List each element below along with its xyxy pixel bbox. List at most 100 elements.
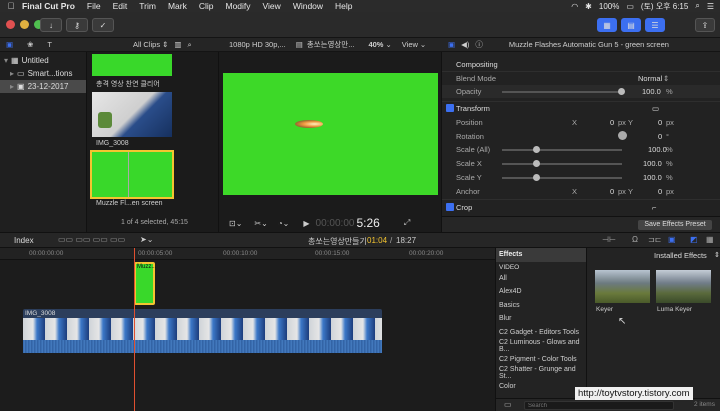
audio-inspector-icon[interactable]: ◀): [461, 40, 469, 49]
minimize-window-button[interactable]: [20, 20, 29, 29]
import-button[interactable]: ↓: [40, 18, 62, 32]
filmstrip-icon[interactable]: ▥: [174, 40, 181, 49]
clip-appearance-icon[interactable]: ▦: [706, 235, 714, 244]
fullscreen-icon[interactable]: ⤢: [404, 218, 410, 228]
primary-storyline-clip[interactable]: IMG_3008: [23, 309, 382, 353]
menu-modify[interactable]: Modify: [225, 1, 250, 11]
installed-effects-menu[interactable]: Installed Effects: [654, 251, 707, 260]
sidebar-toggle-icon[interactable]: ▭: [504, 400, 512, 409]
scale-y-knob[interactable]: [533, 174, 540, 181]
app-menu[interactable]: Final Cut Pro: [22, 1, 75, 11]
effects-header[interactable]: Effects: [496, 248, 586, 262]
category-item[interactable]: Alex4D: [496, 285, 586, 299]
index-button[interactable]: Index: [14, 236, 34, 245]
rotation-value[interactable]: 0: [658, 132, 662, 141]
clip-thumbnail[interactable]: [92, 92, 172, 137]
append-icons[interactable]: ▭▭ ▭▭ ▭▭ ▭▭: [58, 235, 125, 244]
scale-y-value[interactable]: 100.0: [643, 173, 662, 182]
blend-mode-select[interactable]: Normal: [638, 74, 662, 83]
headphones-icon[interactable]: Ω: [632, 235, 638, 244]
playhead[interactable]: [134, 248, 135, 411]
video-inspector-icon[interactable]: ▣: [448, 40, 455, 49]
crop-tool-icon[interactable]: ⊡⌄: [229, 219, 242, 228]
timeline-ruler[interactable]: 00:00:00:00 00:00:05:00 00:00:10:00 00:0…: [0, 248, 495, 260]
category-item[interactable]: Color: [496, 380, 586, 394]
effect-thumb-luma-keyer[interactable]: [656, 270, 711, 303]
scale-all-slider[interactable]: [502, 149, 622, 151]
menu-edit[interactable]: Edit: [113, 1, 128, 11]
anchor-y-value[interactable]: 0: [658, 187, 662, 196]
effects-browser-icon[interactable]: ▣: [668, 235, 676, 244]
libraries-icon[interactable]: ▣: [6, 40, 13, 49]
search-browser-icon[interactable]: ⌕: [187, 40, 191, 50]
clip-thumbnail-selected[interactable]: [90, 150, 174, 199]
menu-window[interactable]: Window: [293, 1, 323, 11]
wifi-icon[interactable]: ◠: [571, 2, 578, 11]
viewer-format[interactable]: 1080p HD 30p,...: [229, 40, 286, 49]
library-item-event[interactable]: ▸ ▣ 23-12-2017: [0, 80, 86, 93]
position-x-value[interactable]: 0: [610, 118, 614, 127]
notification-icon[interactable]: ☰: [707, 2, 714, 11]
category-item[interactable]: C2 Pigment - Color Tools: [496, 353, 586, 367]
battery-icon[interactable]: ▭: [626, 2, 634, 11]
play-button[interactable]: ▶: [303, 219, 309, 228]
keywords-button[interactable]: ⚷: [66, 18, 88, 32]
speed-icon[interactable]: ◔⌄: [278, 219, 290, 228]
skimming-icon[interactable]: ⊣⊢: [602, 235, 616, 244]
select-tool-icon[interactable]: ➤⌄: [140, 235, 153, 244]
opacity-knob[interactable]: [618, 88, 625, 95]
clock[interactable]: (토) 오후 6:15: [641, 1, 688, 12]
category-item[interactable]: C2 Luminous - Glows and B...: [496, 339, 586, 353]
category-item[interactable]: All: [496, 272, 586, 286]
menu-clip[interactable]: Clip: [199, 1, 214, 11]
scale-x-slider[interactable]: [502, 163, 622, 165]
opacity-slider[interactable]: [502, 91, 622, 93]
library-item-smart-collections[interactable]: ▸ ▭ Smart...tions: [0, 67, 86, 80]
transitions-browser-icon[interactable]: ◩: [690, 235, 698, 244]
anchor-x-value[interactable]: 0: [610, 187, 614, 196]
background-tasks-button[interactable]: ✓: [92, 18, 114, 32]
save-effects-preset-button[interactable]: Save Effects Preset: [638, 220, 712, 230]
inspector-toggle-button[interactable]: ☰: [645, 18, 665, 32]
bluetooth-icon[interactable]: ✱: [585, 2, 592, 11]
snapping-icon[interactable]: ⊐⊏: [648, 235, 661, 244]
effect-thumb-keyer[interactable]: [595, 270, 650, 303]
library-item-untitled[interactable]: ▾ ▦ Untitled: [0, 54, 86, 67]
photos-icon[interactable]: ❀: [27, 40, 33, 49]
scale-x-value[interactable]: 100.0: [643, 159, 662, 168]
transform-tool-icon[interactable]: ✂⌄: [254, 219, 267, 228]
crop-checkbox[interactable]: [446, 203, 454, 211]
transform-checkbox[interactable]: [446, 104, 454, 112]
viewer-canvas[interactable]: [223, 73, 438, 195]
scale-all-value[interactable]: 100.0: [648, 145, 667, 154]
opacity-value[interactable]: 100.0: [642, 87, 661, 96]
share-button[interactable]: ⇪: [695, 18, 715, 32]
category-item[interactable]: Blur: [496, 312, 586, 326]
clip-filter[interactable]: All Clips: [133, 40, 160, 49]
crop-overlay-icon[interactable]: ⌐: [652, 203, 656, 212]
transform-overlay-icon[interactable]: ▭: [652, 104, 659, 113]
category-item[interactable]: C2 Gadget - Editors Tools: [496, 326, 586, 340]
menu-mark[interactable]: Mark: [168, 1, 187, 11]
close-window-button[interactable]: [6, 20, 15, 29]
viewer-zoom[interactable]: 40%: [368, 40, 383, 49]
timeline-toggle-button[interactable]: ▤: [621, 18, 641, 32]
browser-toggle-button[interactable]: ▦: [597, 18, 617, 32]
rotation-dial[interactable]: [618, 131, 627, 140]
info-inspector-icon[interactable]: ⓘ: [475, 39, 483, 50]
category-item[interactable]: C2 Shatter - Grunge and St...: [496, 366, 586, 380]
titles-icon[interactable]: T: [47, 40, 52, 49]
category-item[interactable]: Basics: [496, 299, 586, 313]
apple-menu-icon[interactable]: : [0, 1, 22, 11]
scale-all-knob[interactable]: [533, 146, 540, 153]
clip-thumbnail[interactable]: [92, 54, 172, 76]
search-icon[interactable]: ⌕: [695, 1, 699, 11]
menu-trim[interactable]: Trim: [139, 1, 156, 11]
position-y-value[interactable]: 0: [658, 118, 662, 127]
scale-x-knob[interactable]: [533, 160, 540, 167]
menu-view[interactable]: View: [263, 1, 281, 11]
viewer-view-menu[interactable]: View: [402, 40, 418, 49]
menu-file[interactable]: File: [87, 1, 101, 11]
effects-search-input[interactable]: [524, 401, 674, 410]
menu-help[interactable]: Help: [335, 1, 352, 11]
